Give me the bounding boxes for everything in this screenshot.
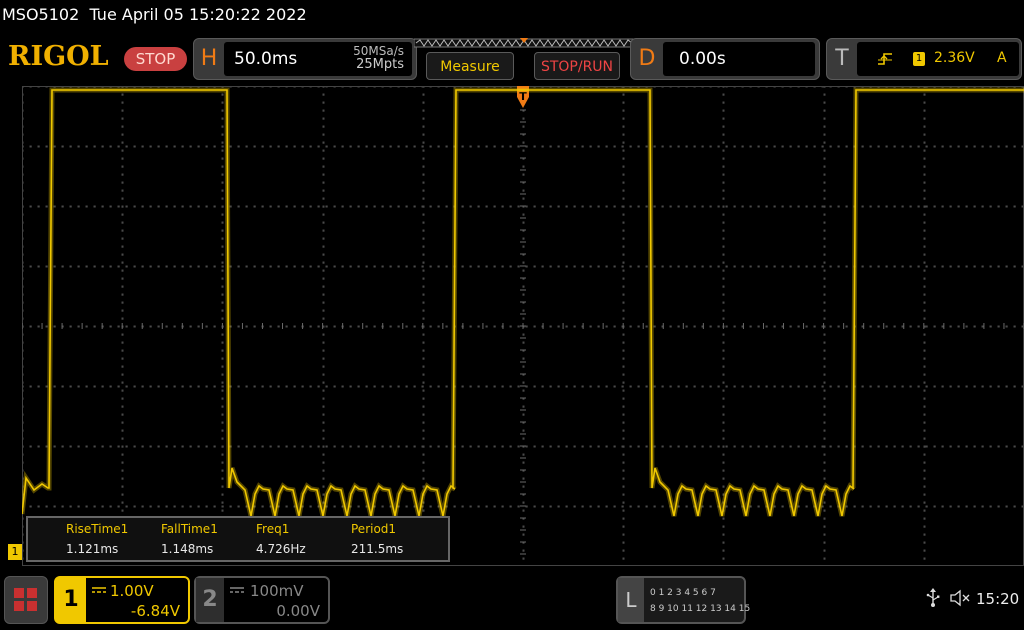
title-text: MSO5102 Tue April 05 15:20:22 2022 [2, 5, 307, 24]
dc-coupling-icon [92, 587, 106, 593]
measure-button[interactable]: Measure [426, 52, 514, 80]
trigger-readout: 1 2.36V A [857, 42, 1019, 76]
usb-icon [926, 588, 940, 607]
measurement-value: 1.148ms [161, 542, 214, 556]
system-clock: 15:20 [976, 590, 1020, 608]
measurement-item: FallTime1 1.148ms [161, 522, 257, 556]
rigol-logo: RIGOL [8, 41, 109, 72]
channel1-settings[interactable]: 1 1.00V -6.84V [54, 576, 190, 624]
channel1-offset: -6.84V [130, 602, 180, 620]
measurement-item: Freq1 4.726Hz [256, 522, 352, 556]
delay-control[interactable]: D 0.00s [630, 38, 820, 80]
logic-tag: L [618, 578, 644, 622]
delay-tag: D [638, 46, 656, 71]
trigger-level: 2.36V [934, 50, 975, 66]
channel1-number: 1 [56, 578, 86, 622]
logic-row-high: 8 9 10 11 12 13 14 15 [650, 604, 751, 614]
timebase-value: 50.0ms [234, 49, 298, 69]
horizontal-timebase-control[interactable]: H 50.0ms 50MSa/s 25Mpts [193, 38, 417, 80]
model-name: MSO5102 [2, 5, 80, 24]
trigger-tag: T [835, 46, 849, 71]
logic-row-low: 0 1 2 3 4 5 6 7 [650, 588, 716, 598]
delay-value: 0.00s [679, 49, 726, 69]
measurement-panel: RiseTime1 1.121ms FallTime1 1.148ms Freq… [26, 516, 450, 562]
measurement-item: RiseTime1 1.121ms [66, 522, 162, 556]
measurement-name: Freq1 [256, 522, 290, 536]
speaker-muted-icon[interactable] [950, 589, 970, 607]
waveform-display[interactable]: T [22, 86, 1024, 566]
horizontal-tag: H [200, 46, 218, 71]
measurement-value: 211.5ms [351, 542, 404, 556]
ch1-offset-marker[interactable]: 1 [8, 544, 22, 560]
channel2-settings[interactable]: 2 100mV 0.00V [194, 576, 330, 624]
grid-menu-icon [14, 588, 37, 611]
measurement-value: 1.121ms [66, 542, 119, 556]
datetime: Tue April 05 15:20:22 2022 [89, 5, 307, 24]
horizontal-readout: 50.0ms 50MSa/s 25Mpts [224, 42, 412, 76]
trigger-mode: A [997, 50, 1007, 66]
memory-depth: 25Mpts [356, 57, 404, 72]
channel2-scale: 100mV [250, 582, 304, 600]
channel2-number: 2 [196, 578, 224, 622]
stop-run-button[interactable]: STOP/RUN [534, 52, 620, 80]
trigger-source-badge: 1 [913, 52, 925, 66]
title-bar: MSO5102 Tue April 05 15:20:22 2022 [0, 0, 1024, 32]
measurement-name: Period1 [351, 522, 397, 536]
delay-readout: 0.00s [663, 42, 815, 76]
main-menu-button[interactable] [4, 576, 48, 624]
logic-analyzer-channels[interactable]: L 0 1 2 3 4 5 6 7 8 9 10 11 12 13 14 15 [616, 576, 750, 624]
measurement-item: Period1 211.5ms [351, 522, 447, 556]
measurement-name: FallTime1 [161, 522, 218, 536]
run-state-badge: STOP [124, 47, 187, 71]
trigger-control[interactable]: T 1 2.36V A [826, 38, 1022, 80]
rising-edge-icon [878, 53, 892, 65]
acquisition-info: 50MSa/s 25Mpts [334, 44, 404, 72]
channel1-scale: 1.00V [110, 582, 154, 600]
memory-position-indicator [414, 38, 634, 48]
dc-coupling-icon [230, 587, 244, 593]
channel2-offset: 0.00V [276, 602, 320, 620]
measurement-name: RiseTime1 [66, 522, 129, 536]
sample-rate: 50MSa/s [353, 44, 404, 58]
measurement-value: 4.726Hz [256, 542, 306, 556]
